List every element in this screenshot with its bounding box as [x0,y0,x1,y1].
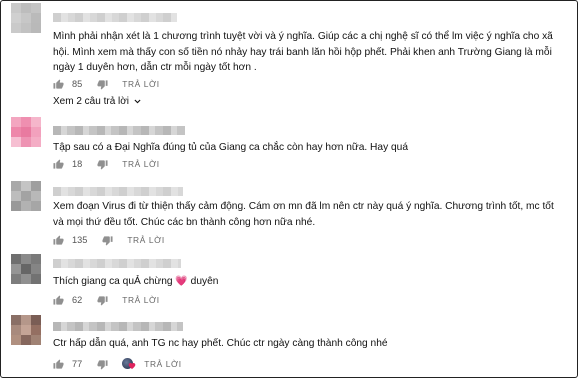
like-count: 77 [72,359,83,369]
avatar-pixel [31,315,41,325]
avatar-pixel [11,181,21,191]
thumbs-up-icon[interactable] [53,78,64,90]
view-replies-label: Xem 2 câu trả lời [53,96,130,107]
reply-button[interactable]: TRẢ LỜI [122,295,159,305]
like-count: 85 [72,79,83,89]
reply-button[interactable]: TRẢ LỜI [122,159,159,169]
avatar-pixel [21,137,31,147]
avatar-pixel [21,127,31,137]
thumbs-up-icon[interactable] [53,234,64,246]
avatar-pixel [11,3,21,13]
avatar-pixel [21,13,31,23]
like-count: 62 [72,295,83,305]
avatar-pixel [11,191,21,201]
chevron-down-icon [134,99,141,104]
avatar[interactable] [11,254,41,284]
avatar-pixel [11,264,21,274]
like-count: 135 [72,235,88,245]
avatar-pixel [11,325,21,335]
avatar-pixel [21,181,31,191]
view-replies-button[interactable]: Xem 2 câu trả lời [53,96,142,107]
thumbs-up-icon[interactable] [53,294,64,306]
thumbs-down-icon[interactable] [97,359,108,370]
avatar-pixel [21,117,31,127]
thumbs-down-icon[interactable] [97,159,108,170]
avatar-pixel [21,315,31,325]
avatar-pixel [31,117,41,127]
author-name-blurred[interactable] [53,259,181,268]
avatar[interactable] [11,117,41,147]
reply-button[interactable]: TRẢ LỜI [127,235,164,245]
comment-actions: 77 TRẢ LỜI [53,357,182,371]
avatar-pixel [11,274,21,284]
comment-text: Xem đoạn Virus đi từ thiện thấy cảm động… [53,201,554,228]
avatar-pixel [31,127,41,137]
comment-text-part: duyên [190,276,219,287]
avatar-pixel [11,315,21,325]
author-name-blurred[interactable] [53,13,177,22]
avatar-pixel [21,264,31,274]
avatar-pixel [11,254,21,264]
avatar-pixel [21,274,31,284]
comment-text: Thích giang ca quẢ chừng 💗 duyên [53,274,563,290]
thumbs-down-icon[interactable] [97,295,108,306]
thumbs-down-icon[interactable] [102,235,113,246]
avatar-pixel [11,23,21,33]
avatar-pixel [21,335,31,345]
avatar-pixel [11,117,21,127]
comment-actions: 62 TRẢ LỜI [53,293,160,307]
avatar-pixel [21,23,31,33]
thumbs-down-icon[interactable] [97,79,108,90]
avatar[interactable] [11,315,41,345]
avatar-pixel [21,325,31,335]
comment-text-part: Thích giang ca quẢ chừng [53,276,173,287]
avatar-pixel [31,13,41,23]
avatar-pixel [31,274,41,284]
thumbs-up-icon[interactable] [53,358,64,370]
like-count: 18 [72,159,83,169]
avatar-pixel [31,335,41,345]
author-name-blurred[interactable] [53,187,183,196]
avatar-pixel [21,254,31,264]
author-name-blurred[interactable] [53,322,183,331]
avatar-pixel [11,137,21,147]
author-name-blurred[interactable] [53,126,185,135]
avatar-pixel [31,264,41,274]
avatar-pixel [31,3,41,13]
avatar-pixel [11,127,21,137]
avatar-pixel [21,3,31,13]
pink-heart-icon: 💗 [175,276,188,287]
comment-text: Ctr hấp dẫn quá, anh TG nc hay phết. Chú… [53,338,388,349]
avatar-pixel [21,201,31,211]
avatar-pixel [31,181,41,191]
creator-heart-badge [122,358,136,370]
avatar[interactable] [11,181,41,211]
thumbs-up-icon[interactable] [53,158,64,170]
avatar-pixel [31,254,41,264]
avatar-pixel [11,201,21,211]
avatar-pixel [11,13,21,23]
avatar-pixel [31,23,41,33]
avatar-pixel [21,191,31,201]
avatar-pixel [31,137,41,147]
comment-actions: 85 TRẢ LỜI [53,77,160,91]
comment-text: Mình phải nhận xét là 1 chương trình tuy… [53,31,553,73]
avatar-pixel [31,191,41,201]
avatar-pixel [11,335,21,345]
avatar-pixel [31,201,41,211]
reply-button[interactable]: TRẢ LỜI [144,359,181,369]
avatar[interactable] [11,3,41,33]
avatar-pixel [31,325,41,335]
reply-button[interactable]: TRẢ LỜI [122,79,159,89]
comment-actions: 18 TRẢ LỜI [53,157,160,171]
heart-icon [128,363,136,370]
comment-actions: 135 TRẢ LỜI [53,233,165,247]
comment-text: Tập sau có a Đại Nghĩa đúng tủ của Giang… [53,142,409,153]
